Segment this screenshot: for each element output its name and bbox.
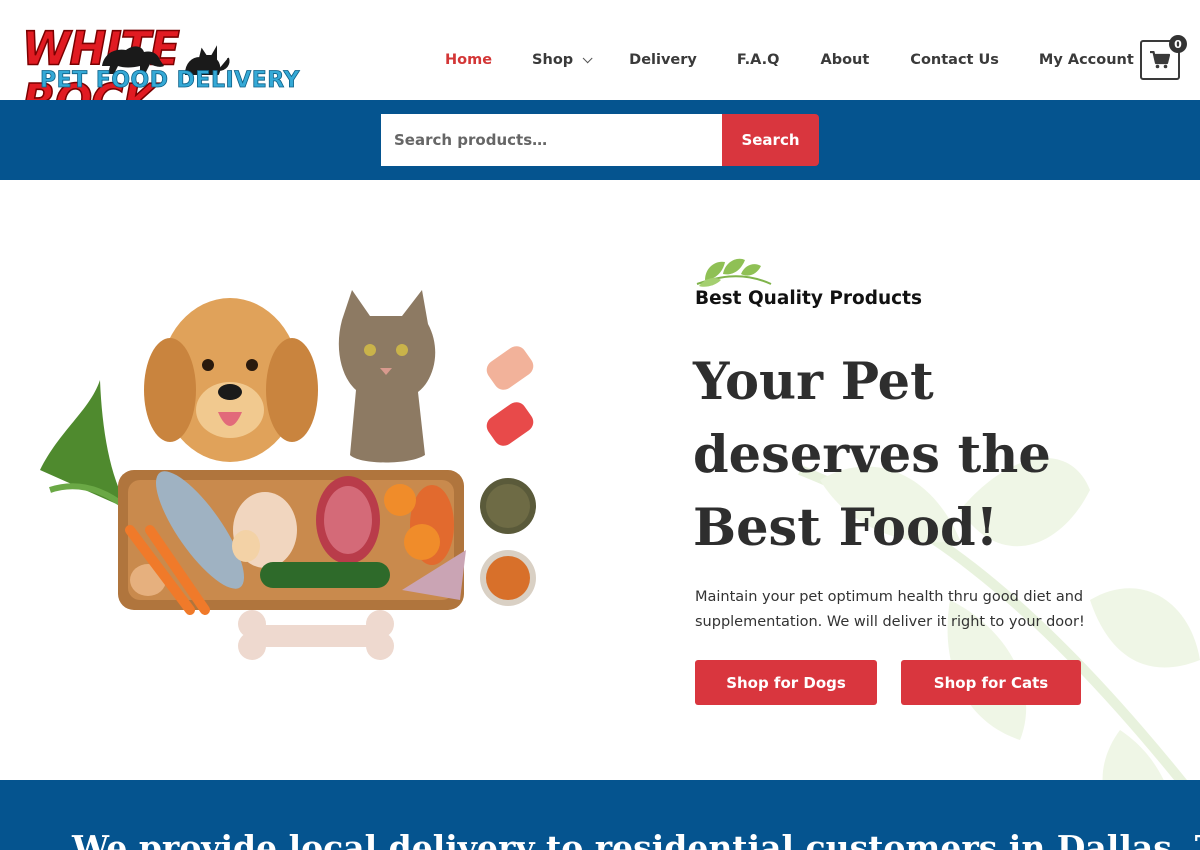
- logo-subtitle: PET FOOD DELIVERY: [40, 68, 300, 94]
- nav-item-my-account[interactable]: My Account: [1039, 49, 1134, 71]
- hero-description: Maintain your pet optimum health thru go…: [695, 589, 1085, 630]
- delivery-info-heading: We provide local delivery to residential…: [72, 828, 1200, 850]
- cat-icon: [338, 290, 436, 463]
- nav-item-about[interactable]: About: [820, 49, 869, 71]
- site-logo[interactable]: WHITE ROCK PET FOOD DELIVERY: [21, 22, 322, 129]
- hero-section: Best Quality Products Your Pet deserves …: [0, 180, 1200, 780]
- pets-and-food-illustration: [40, 290, 536, 660]
- shop-for-dogs-button[interactable]: Shop for Dogs: [695, 660, 877, 705]
- search-input[interactable]: [381, 114, 723, 166]
- dog-icon: [144, 298, 318, 462]
- nav-item-contact-us[interactable]: Contact Us: [910, 49, 999, 71]
- leaf-sprig-icon: [696, 258, 772, 287]
- search-button[interactable]: Search: [722, 114, 819, 166]
- nav-item-home[interactable]: Home: [445, 49, 492, 71]
- nav-item-faq[interactable]: F.A.Q: [737, 49, 780, 71]
- shopping-cart-icon: [1150, 51, 1170, 69]
- cart-count-badge: 0: [1169, 35, 1187, 53]
- main-navigation: Home Shop Delivery F.A.Q About Contact U…: [445, 49, 1134, 71]
- hero-tagline: Best Quality Products: [695, 288, 922, 309]
- delivery-info-band: We provide local delivery to residential…: [0, 780, 1200, 850]
- supplement-bottles-icon: [480, 346, 536, 606]
- site-header: WHITE ROCK PET FOOD DELIVERY Home Shop D…: [0, 0, 1200, 129]
- shop-for-cats-button[interactable]: Shop for Cats: [901, 660, 1081, 705]
- nav-item-delivery[interactable]: Delivery: [629, 49, 697, 71]
- chevron-down-icon: [582, 52, 593, 63]
- nav-item-shop[interactable]: Shop: [532, 49, 593, 71]
- cart-button[interactable]: 0: [1140, 35, 1187, 80]
- nav-item-shop-label: Shop: [532, 52, 574, 68]
- hero-headline: Your Pet deserves the Best Food!: [693, 352, 1051, 558]
- bone-icon: [238, 610, 394, 660]
- search-band: Search: [0, 100, 1200, 180]
